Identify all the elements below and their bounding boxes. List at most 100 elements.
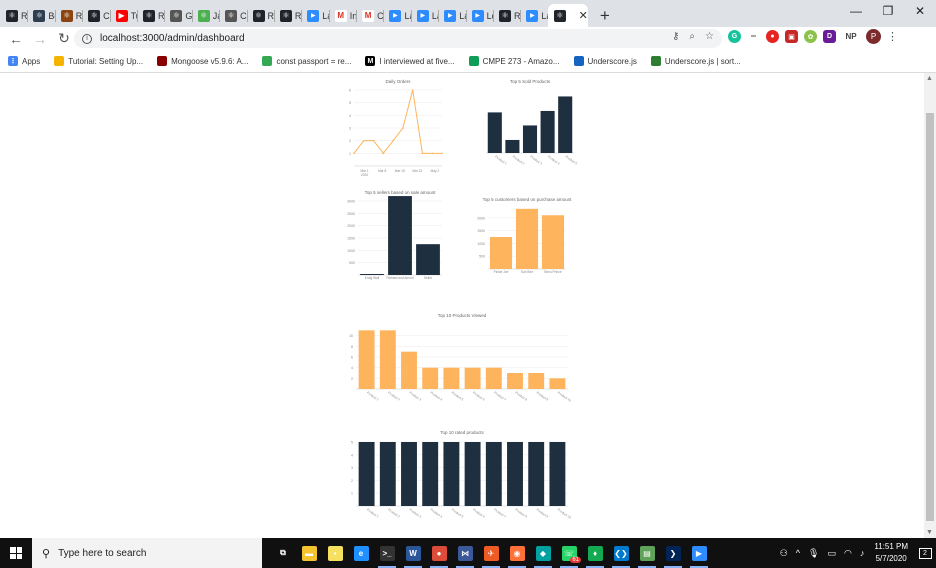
battery-icon[interactable]: ▭ — [827, 548, 836, 559]
browser-tab[interactable]: ▶La — [410, 4, 438, 27]
browser-tab[interactable]: ⚛Re — [273, 4, 301, 27]
file-explorer-icon[interactable]: ▬ — [296, 538, 322, 568]
browser-tab[interactable]: ⚛Cr — [82, 4, 110, 27]
bookmark-item[interactable]: Tutorial: Setting Up... — [54, 56, 143, 66]
new-tab-button[interactable]: + — [594, 4, 616, 27]
browser-tab[interactable]: MCh — [356, 4, 383, 27]
bar — [464, 367, 481, 389]
browser-tab[interactable]: ⚛Re — [136, 4, 164, 27]
word-icon[interactable]: W — [400, 538, 426, 568]
browser-tab[interactable]: ⚛Re — [493, 4, 520, 27]
notification-center-icon[interactable]: 2 — [914, 538, 936, 568]
extension-red-icon[interactable]: ▣ — [785, 30, 798, 43]
edge-icon[interactable]: e — [348, 538, 374, 568]
vscode-icon[interactable]: ❮❯ — [608, 538, 634, 568]
address-bar[interactable]: i localhost:3000/admin/dashboard ⚷ ⌕ ☆ — [74, 29, 722, 48]
data-point — [402, 127, 404, 129]
reload-icon[interactable]: ↻ — [52, 28, 76, 50]
sticky-notes-icon[interactable]: ▪ — [322, 538, 348, 568]
firefox-icon[interactable]: ◉ — [504, 538, 530, 568]
data-point — [382, 152, 385, 155]
bar — [379, 330, 396, 389]
minimize-icon[interactable]: — — [840, 0, 872, 22]
powershell-icon[interactable]: ❯ — [660, 538, 686, 568]
bookmark-item[interactable]: Underscore.js — [573, 56, 637, 66]
site-info-icon[interactable]: i — [82, 33, 92, 44]
taskbar-search[interactable]: ⚲ Type here to search — [32, 538, 262, 568]
chrome-icon[interactable]: ● — [426, 538, 452, 568]
gmail-icon: M — [334, 9, 347, 22]
terminal-icon[interactable]: >_ — [374, 538, 400, 568]
scrollbar-thumb[interactable] — [926, 113, 934, 521]
window-controls: — ❐ ✕ — [840, 0, 936, 22]
y-tick-label: 3 — [349, 127, 351, 131]
browser-tab[interactable]: ▶La — [438, 4, 466, 27]
browser-tab[interactable]: ⚛Re — [0, 4, 27, 27]
browser-tab[interactable]: ⚛Re — [54, 4, 82, 27]
avatar[interactable]: P — [866, 29, 881, 44]
bookmark-item[interactable]: const passport = re... — [262, 56, 351, 66]
page-scrollbar[interactable]: ▲ ▼ — [924, 73, 936, 538]
tutorial-icon — [54, 56, 65, 66]
bar — [558, 96, 573, 153]
x-tick-label: Seller — [424, 276, 433, 280]
mongodb-icon[interactable]: ♦ — [582, 538, 608, 568]
bookmark-star-icon[interactable]: ☆ — [705, 31, 714, 42]
scroll-up-icon[interactable]: ▲ — [926, 75, 933, 82]
adblock-icon[interactable]: ● — [766, 30, 779, 43]
bookmark-item[interactable]: CMPE 273 - Amazo... — [468, 56, 560, 66]
microphone-icon[interactable]: 🎙 — [808, 548, 819, 559]
browser-tab[interactable]: ⚛ ✕ — [547, 4, 588, 27]
h-icon: ⚛ — [33, 9, 46, 22]
restore-icon[interactable]: ❐ — [872, 0, 904, 22]
menu-dots-icon[interactable]: ⋮ — [887, 30, 898, 43]
x-tick-label: Mar 22 — [412, 169, 422, 173]
browser-tab[interactable]: MInt — [328, 4, 356, 27]
clock[interactable]: 11:51 PM 5/7/2020 — [874, 541, 908, 565]
edge-glyph: e — [353, 545, 369, 561]
wifi-icon[interactable]: ◠ — [844, 548, 852, 559]
close-tab-icon[interactable]: ✕ — [579, 9, 588, 22]
zoom-app-icon[interactable]: ▶ — [686, 538, 712, 568]
browser-tab[interactable]: ⚛Re — [246, 4, 274, 27]
extension-purple-icon[interactable]: D — [823, 30, 836, 43]
start-button[interactable] — [0, 538, 32, 568]
bookmark-item[interactable]: ⋮ Apps — [8, 56, 40, 66]
browser-tab[interactable]: ▶Tu — [109, 4, 137, 27]
back-icon[interactable]: ← — [4, 28, 28, 50]
bookmark-item[interactable]: Mongoose v5.9.6: A... — [157, 56, 248, 66]
close-window-icon[interactable]: ✕ — [904, 0, 936, 22]
postman-icon[interactable]: ✈ — [478, 538, 504, 568]
gitkraken-glyph: ◆ — [535, 545, 551, 561]
link-icon[interactable]: ∞ — [747, 30, 760, 43]
browser-tab[interactable]: ⚛Jav — [191, 4, 219, 27]
browser-tab[interactable]: ⚛Gr — [164, 4, 192, 27]
y-tick-label: 2 — [349, 139, 351, 143]
browser-tab[interactable]: ▶La — [520, 4, 548, 27]
browser-tab[interactable]: ▶La — [301, 4, 329, 27]
whatsapp-icon[interactable]: ☏ 61 — [556, 538, 582, 568]
grammarly-icon[interactable]: G — [728, 30, 741, 43]
volume-icon[interactable]: ♪ — [860, 548, 865, 558]
scroll-down-icon[interactable]: ▼ — [926, 529, 933, 536]
browser-tab[interactable]: ▶La — [383, 4, 411, 27]
extension-green-icon[interactable]: ✿ — [804, 30, 817, 43]
git-icon[interactable]: ⋈ — [452, 538, 478, 568]
x-tick-label: Bevu Prince — [544, 270, 561, 274]
gitkraken-icon[interactable]: ◆ — [530, 538, 556, 568]
bookmark-item[interactable]: Underscore.js | sort... — [650, 56, 741, 66]
people-icon[interactable]: ⚇ — [780, 548, 788, 559]
bar — [485, 442, 502, 506]
np-extension-icon[interactable]: NP — [842, 30, 860, 43]
browser-tab[interactable]: ⚛Bc — [27, 4, 55, 27]
show-hidden-icon[interactable]: ^ — [796, 548, 800, 558]
browser-tab[interactable]: ⚛CN — [219, 4, 247, 27]
notepad-icon[interactable]: ▤ — [634, 538, 660, 568]
browser-tab[interactable]: ▶Lo — [465, 4, 493, 27]
zoom-page-icon[interactable]: ⌕ — [689, 31, 695, 42]
task-view-icon[interactable]: ⧉ — [270, 538, 296, 568]
bookmark-item[interactable]: MI interviewed at five... — [365, 56, 455, 66]
forward-icon[interactable]: → — [28, 28, 52, 50]
key-icon[interactable]: ⚷ — [672, 31, 679, 42]
top-customers-chart: Top 5 customers based on purchase amount… — [468, 193, 588, 288]
